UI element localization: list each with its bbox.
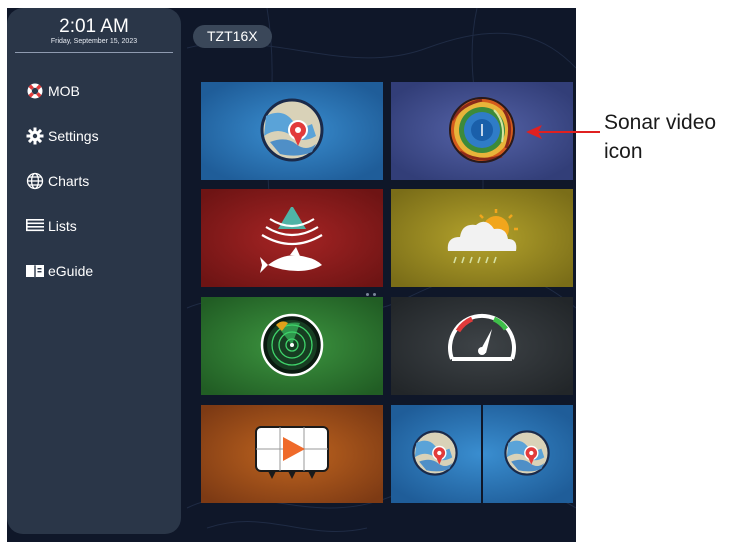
book-icon — [25, 262, 45, 280]
sidebar-item-charts[interactable]: Charts — [25, 158, 99, 203]
clock-date: Friday, September 15, 2023 — [50, 38, 138, 45]
sidebar-item-eguide[interactable]: eGuide — [25, 248, 99, 293]
tile-dual-chart[interactable] — [391, 405, 573, 503]
sidebar-item-label: Lists — [48, 217, 77, 234]
radar-icon — [260, 313, 324, 377]
sidebar-item-label: MOB — [48, 82, 80, 99]
callout-line-2: icon — [604, 140, 643, 163]
callout-label: Sonar video icon — [604, 108, 716, 166]
video-play-icon — [255, 426, 329, 479]
tile-chart-plotter[interactable] — [201, 82, 383, 180]
page-indicator — [366, 283, 380, 301]
sidebar-item-label: Settings — [48, 127, 99, 144]
chart-pin-icon — [260, 98, 324, 162]
tile-radar[interactable] — [201, 297, 383, 395]
sidebar-item-label: Charts — [48, 172, 90, 189]
sidebar-item-settings[interactable]: Settings — [25, 113, 99, 158]
list-icon — [25, 217, 45, 235]
globe-icon — [25, 172, 45, 190]
sidebar: 2:01 AM Friday, September 15, 2023 MOB S… — [7, 8, 181, 534]
sidebar-item-label: eGuide — [48, 262, 94, 279]
gear-icon — [25, 127, 45, 145]
callout-arrow — [526, 125, 600, 139]
callout-line-1: Sonar video — [604, 111, 717, 134]
tile-weather[interactable] — [391, 189, 573, 287]
tile-fish-finder[interactable] — [201, 189, 383, 287]
sidebar-item-lists[interactable]: Lists — [25, 203, 99, 248]
divider — [15, 52, 173, 53]
tile-instruments[interactable] — [391, 297, 573, 395]
clock: 2:01 AM Friday, September 15, 2023 — [7, 8, 181, 46]
tile-video[interactable] — [201, 405, 383, 503]
sidebar-item-mob[interactable]: MOB — [25, 68, 99, 113]
sidebar-menu: MOB Settings Charts Lists eGuide — [25, 68, 99, 293]
clock-time: 2:01 AM — [59, 16, 129, 37]
sonar-video-icon — [449, 97, 515, 163]
lifebuoy-icon — [25, 82, 45, 100]
device-name-badge: TZT16X — [193, 25, 272, 48]
